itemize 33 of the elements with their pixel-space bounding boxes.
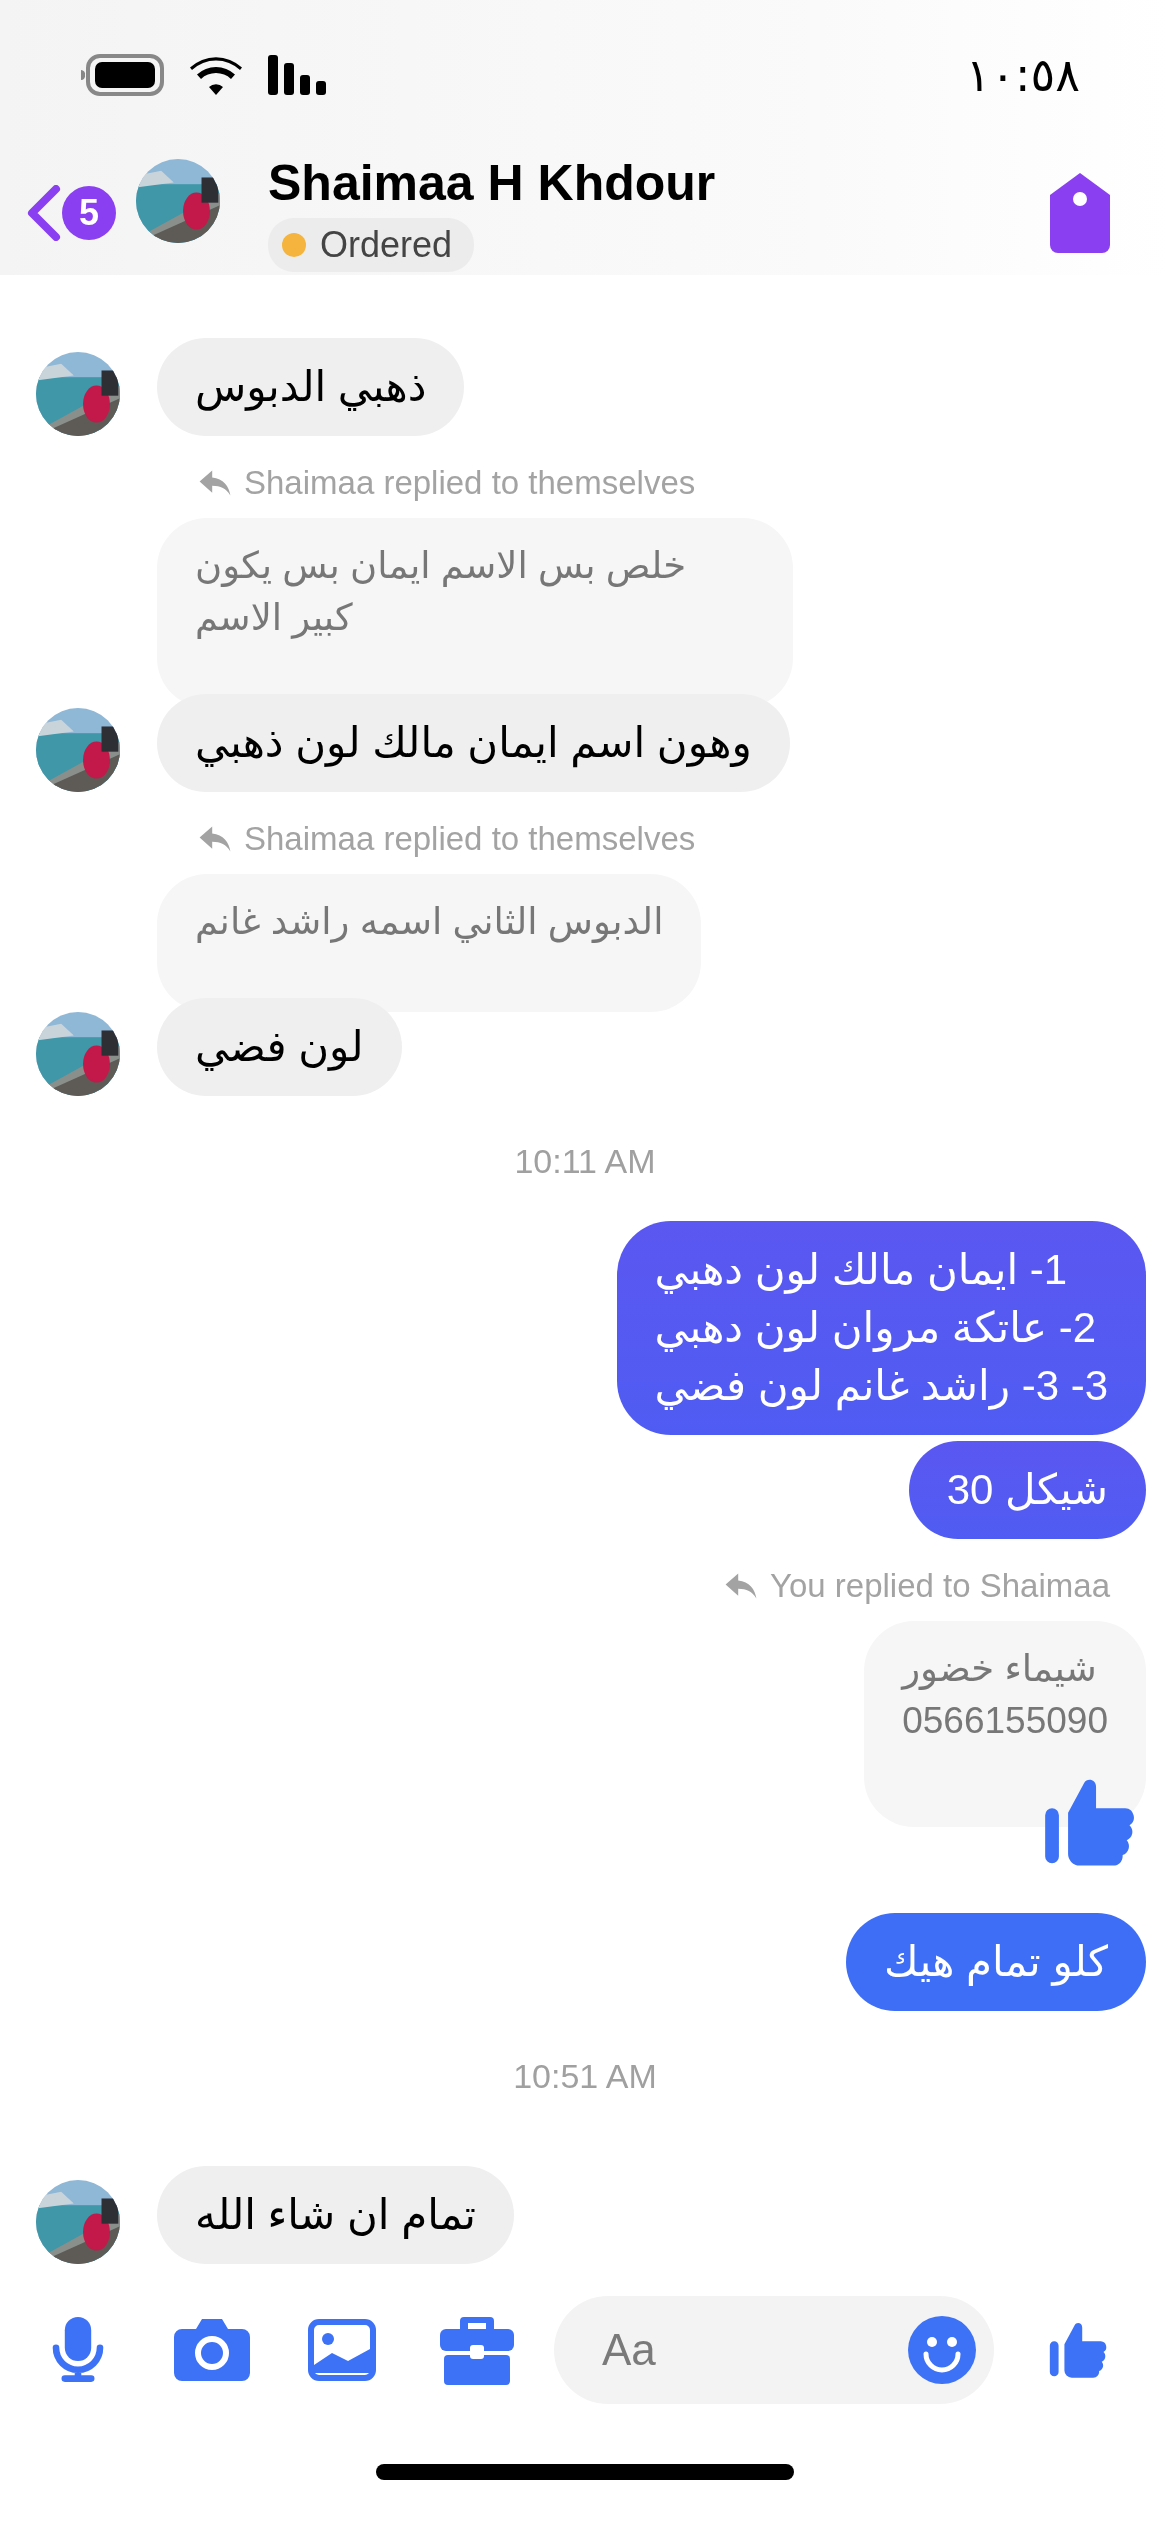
message-box[interactable]: Aa [554, 2296, 994, 2404]
briefcase-icon[interactable] [440, 2315, 514, 2385]
status-label: Ordered [268, 217, 475, 272]
quoted-message: الدبوس الثاني اسمه راشد غانم [157, 874, 702, 1012]
reply-icon [198, 469, 232, 497]
message-bubble: وهون اسم ايمان مالك لون ذهبي [157, 694, 790, 792]
back-button[interactable]: 5 [26, 184, 116, 241]
status-time: ١٠:٥٨ [965, 48, 1080, 102]
message-bubble: لون فضي [157, 998, 402, 1096]
wifi-icon [190, 55, 242, 95]
unread-badge: 5 [62, 185, 116, 240]
chevron-icon [26, 184, 62, 241]
image-icon[interactable] [308, 2319, 376, 2381]
emoji-icon[interactable] [908, 2316, 976, 2384]
reply-label: Shaimaa replied to themselves [244, 820, 696, 858]
reply-label: You replied to Shaimaa [769, 1567, 1110, 1605]
timestamp: 10:51 AM [513, 2057, 657, 2096]
message-bubble: ذهبي الدبوس [157, 338, 465, 436]
timestamp: 10:11 AM [514, 1142, 656, 1181]
message-bubble: كلو تمام هيك [846, 1913, 1146, 2011]
reply-label: Shaimaa replied to themselves [244, 464, 696, 502]
message-bubble: شيكل 30 [908, 1441, 1146, 1539]
reply-icon [723, 1572, 758, 1600]
contact-name: Shaimaa H Khdour [268, 153, 716, 212]
reply-icon [198, 825, 232, 853]
message-bubble: 1- ايمان مالك لون دهبي 2- عاتكة مروان لون دهبي 3- 3- راشد غانم لون فضي [616, 1221, 1146, 1435]
message-bubble: تمام ان شاء الله [157, 2166, 514, 2264]
quoted-message: شيماء خضور 0566155090 [864, 1621, 1146, 1827]
battery-icon [80, 54, 164, 96]
camera-icon[interactable] [174, 2319, 250, 2381]
tag-icon[interactable] [1050, 172, 1110, 253]
message-field[interactable]: Aa [600, 2324, 908, 2376]
microphone-icon[interactable] [50, 2317, 106, 2383]
